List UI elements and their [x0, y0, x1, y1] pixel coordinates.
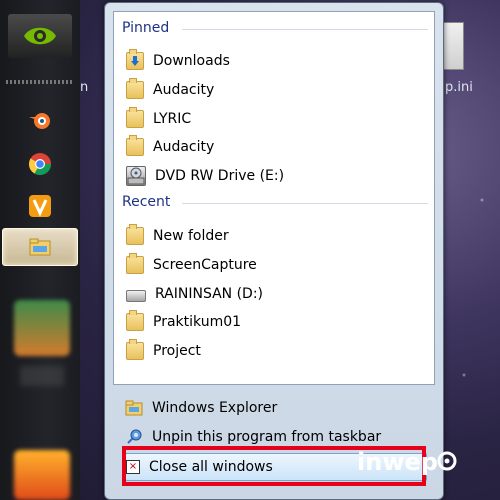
nvidia-icon[interactable] [8, 14, 72, 58]
pinned-item-label: Downloads [153, 53, 230, 69]
task-label: Windows Explorer [152, 400, 278, 416]
folder-icon [126, 107, 144, 128]
drive-icon [126, 290, 146, 302]
windows-explorer-taskbar-button[interactable] [2, 228, 78, 266]
desktop-file-icon[interactable] [442, 22, 464, 70]
pinned-item-lyric[interactable]: LYRIC [126, 106, 426, 132]
folder-icon [126, 224, 144, 245]
taskbar-grip[interactable] [6, 80, 74, 84]
pinned-item-label: Audacity [153, 82, 215, 98]
recent-item-label: Praktikum01 [153, 314, 242, 330]
folder-icon [126, 135, 144, 156]
folder-icon [126, 310, 144, 331]
taskbar [0, 0, 80, 500]
recent-section-title: Recent [122, 194, 171, 210]
divider [182, 203, 428, 204]
folder-icon [126, 339, 144, 360]
folder-icon [126, 253, 144, 274]
jump-list-items-panel: Pinned Downloads Audacity LYRIC Audacity [113, 11, 435, 385]
recent-item-label: New folder [153, 228, 229, 244]
recent-item-label: ScreenCapture [153, 257, 257, 273]
pinned-item-downloads[interactable]: Downloads [126, 48, 426, 74]
task-windows-explorer[interactable]: Windows Explorer [125, 395, 425, 421]
task-label: Unpin this program from taskbar [152, 429, 382, 445]
pinned-item-audacity[interactable]: Audacity [126, 77, 426, 103]
desktop-label-fragment: n [80, 80, 89, 95]
recent-item-raininsan-drive[interactable]: RAININSAN (D:) [126, 281, 426, 307]
chrome-icon[interactable] [26, 150, 54, 178]
pinned-item-label: Audacity [153, 139, 215, 155]
recent-item-new-folder[interactable]: New folder [126, 223, 426, 249]
divider [182, 29, 428, 30]
recent-item-screencapture[interactable]: ScreenCapture [126, 252, 426, 278]
folder-icon [126, 78, 144, 99]
recent-item-praktikum01[interactable]: Praktikum01 [126, 309, 426, 335]
svg-text:inwep: inwep [357, 448, 438, 476]
pinned-item-label: DVD RW Drive (E:) [155, 168, 285, 184]
desktop-file-label: p.ini [445, 80, 473, 95]
vivaldi-icon[interactable] [26, 192, 54, 220]
windows-explorer-icon [29, 238, 51, 256]
downloads-folder-icon [126, 49, 144, 70]
pinned-item-label: LYRIC [153, 111, 192, 127]
recent-item-label: RAININSAN (D:) [155, 286, 264, 302]
pinned-item-audacity-2[interactable]: Audacity [126, 134, 426, 160]
windows-explorer-icon [125, 399, 143, 417]
blurred-app-icon[interactable] [14, 300, 70, 356]
jump-list-menu: Pinned Downloads Audacity LYRIC Audacity [104, 2, 444, 500]
recent-item-label: Project [153, 343, 201, 359]
dvd-drive-icon [126, 166, 146, 186]
pinned-item-dvd-drive[interactable]: DVD RW Drive (E:) [126, 163, 426, 189]
unpin-icon [125, 428, 143, 446]
blurred-label [20, 366, 64, 386]
recent-item-project[interactable]: Project [126, 338, 426, 364]
blurred-app-icon[interactable] [14, 450, 70, 500]
blender-icon[interactable] [26, 106, 54, 134]
inwepo-logo: inwep [357, 448, 457, 476]
pinned-section-title: Pinned [122, 20, 170, 36]
desktop-background [440, 0, 500, 500]
